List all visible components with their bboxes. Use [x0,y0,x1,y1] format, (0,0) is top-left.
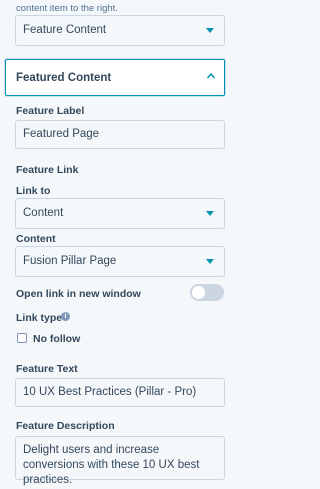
intro-text: content item to the right. [16,3,118,14]
link-type-label: Link type [16,312,63,324]
content-label: Content [16,233,56,245]
content-value: Fusion Pillar Page [23,255,117,267]
feature-text-input[interactable]: 10 UX Best Practices (Pillar - Pro) [15,378,225,407]
content-select[interactable]: Fusion Pillar Page [15,246,225,277]
section-header-featured-content[interactable]: Featured Content [5,59,225,96]
content-type-select[interactable]: Feature Content [15,15,225,46]
feature-label-input[interactable]: Featured Page [15,120,225,149]
feature-description-textarea[interactable]: Delight users and increase conversions w… [15,436,225,486]
feature-text-value: 10 UX Best Practices (Pillar - Pro) [23,386,197,398]
section-title: Featured Content [16,72,112,84]
feature-description-label: Feature Description [16,420,115,432]
feature-text-label: Feature Text [16,363,78,375]
feature-label-value: Featured Page [23,128,100,140]
link-to-select[interactable]: Content [15,198,225,229]
chevron-up-icon [206,72,216,79]
no-follow-checkbox[interactable] [17,333,27,343]
caret-down-icon [206,28,214,33]
info-icon[interactable]: i [61,312,70,321]
caret-down-icon [206,259,214,264]
feature-description-value: Delight users and increase conversions w… [23,444,200,486]
new-window-toggle[interactable] [190,284,224,301]
link-to-label: Link to [16,185,51,197]
no-follow-label: No follow [33,333,81,345]
content-type-select-value: Feature Content [23,24,107,36]
new-window-label: Open link in new window [16,288,141,300]
link-to-value: Content [23,207,64,219]
caret-down-icon [206,211,214,216]
feature-label-label: Feature Label [16,105,85,117]
toggle-knob [191,285,206,300]
feature-link-heading: Feature Link [16,164,79,176]
